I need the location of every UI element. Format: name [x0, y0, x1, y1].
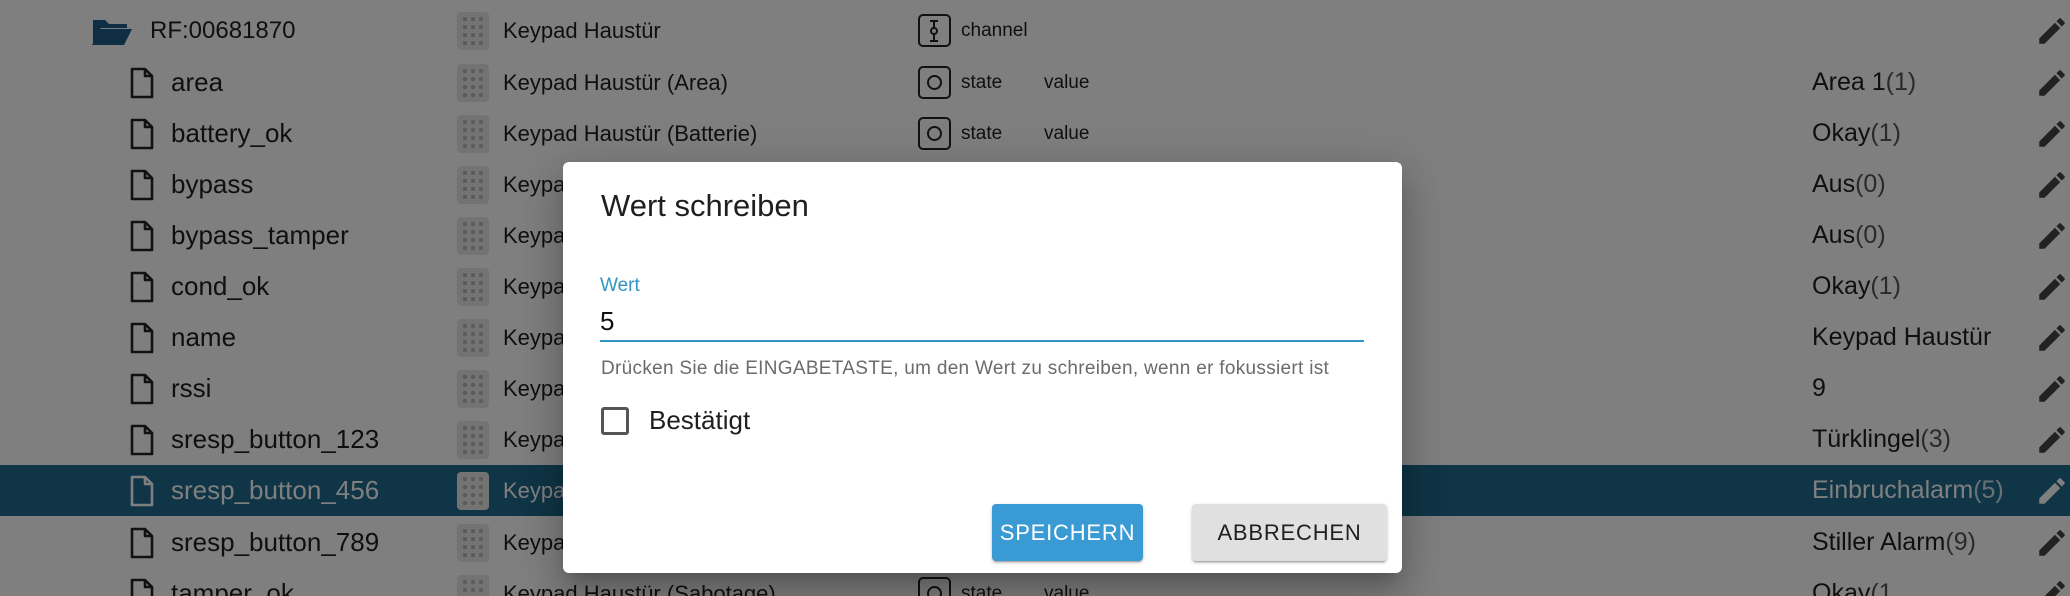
- value-field-label: Wert: [600, 275, 640, 296]
- cancel-button[interactable]: ABBRECHEN: [1192, 504, 1387, 561]
- dialog-title: Wert schreiben: [601, 188, 809, 223]
- value-input[interactable]: [600, 302, 1364, 342]
- save-button[interactable]: SPEICHERN: [992, 504, 1143, 561]
- value-helper-text: Drücken Sie die EINGABETASTE, um den Wer…: [601, 358, 1330, 379]
- acknowledged-checkbox[interactable]: [601, 406, 629, 435]
- acknowledged-checkbox-label[interactable]: Bestätigt: [649, 405, 750, 436]
- write-value-dialog: Wert schreiben Wert Drücken Sie die EING…: [563, 162, 1402, 573]
- acknowledged-checkbox-row[interactable]: Bestätigt: [601, 405, 750, 436]
